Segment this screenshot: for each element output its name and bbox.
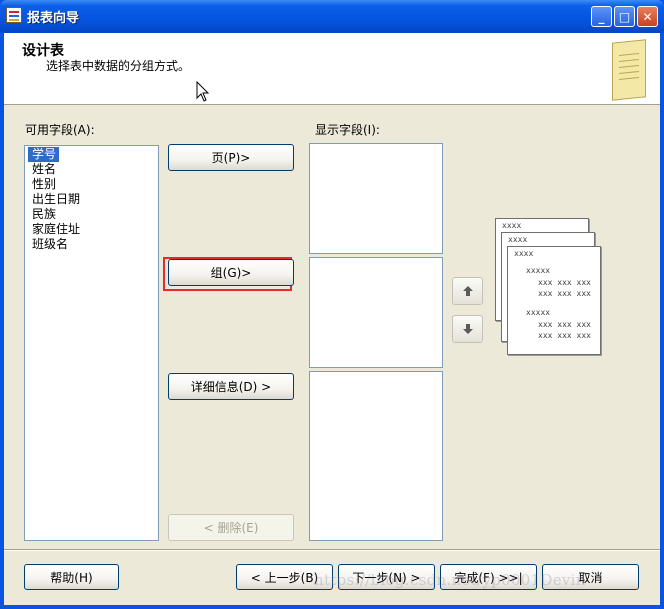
preview-header-text: xxxx	[502, 221, 522, 230]
window-title: 报表向导	[27, 11, 80, 26]
preview-header-text: xxxx	[514, 249, 534, 258]
preview-row-text: xxx xxx xxx	[538, 331, 591, 340]
report-wizard-window: 报表向导 _ □ ✕ 设计表 选择表中数据的分组方式。 可用字段(A): 学号姓…	[0, 0, 664, 609]
preview-group-text: xxxxx	[526, 308, 551, 317]
group-button[interactable]: 组(G)>	[168, 259, 294, 286]
close-icon: ✕	[642, 9, 653, 24]
available-field-item[interactable]: 家庭住址	[25, 222, 158, 237]
remove-button[interactable]: < 删除(E)	[168, 514, 294, 541]
group-fields-list[interactable]	[309, 257, 443, 368]
available-fields-list[interactable]: 学号 姓名 性别 出生日期 民族 家庭住址 班级名	[24, 145, 159, 541]
close-button[interactable]: ✕	[637, 6, 658, 27]
available-field-item[interactable]: 民族	[25, 207, 158, 222]
preview-page-front: xxxx xxxxx xxx xxx xxx xxx xxx xxx xxxxx…	[507, 246, 601, 355]
report-page-icon	[612, 39, 646, 101]
arrow-up-icon	[462, 286, 473, 296]
available-field-item[interactable]: 班级名	[25, 237, 158, 252]
maximize-icon: □	[618, 9, 631, 24]
preview-header-text: xxxx	[508, 235, 528, 244]
preview-row-text: xxx xxx xxx	[538, 278, 591, 287]
arrow-down-icon	[462, 324, 473, 334]
details-button[interactable]: 详细信息(D) >	[168, 373, 294, 400]
minimize-button[interactable]: _	[591, 6, 612, 27]
move-down-button[interactable]	[452, 315, 483, 343]
page-subtitle: 选择表中数据的分组方式。	[46, 59, 191, 73]
title-bar[interactable]: 报表向导 _ □ ✕	[0, 0, 664, 33]
available-field-item[interactable]: 性别	[25, 177, 158, 192]
maximize-button[interactable]: □	[614, 6, 635, 27]
displayed-fields-label: 显示字段(I):	[315, 123, 380, 137]
report-wizard-icon	[6, 7, 22, 23]
page-fields-list[interactable]	[309, 143, 443, 254]
available-fields-label: 可用字段(A):	[25, 123, 95, 137]
available-field-item[interactable]: 学号	[25, 147, 158, 162]
footer-divider	[4, 549, 660, 551]
minimize-icon: _	[598, 9, 605, 24]
watermark: https://blog.csdn.net/yp0001Devin	[314, 571, 586, 589]
page-button[interactable]: 页(P)>	[168, 144, 294, 171]
move-up-button[interactable]	[452, 277, 483, 305]
help-button[interactable]: 帮助(H)	[24, 564, 119, 590]
preview-group-text: xxxxx	[526, 266, 551, 275]
preview-row-text: xxx xxx xxx	[538, 320, 591, 329]
preview-row-text: xxx xxx xxx	[538, 289, 591, 298]
available-field-item[interactable]: 出生日期	[25, 192, 158, 207]
mouse-cursor-icon	[196, 81, 210, 102]
wizard-header: 设计表 选择表中数据的分组方式。	[4, 33, 660, 105]
detail-fields-list[interactable]	[309, 371, 443, 541]
wizard-body: 设计表 选择表中数据的分组方式。 可用字段(A): 学号 姓名 性别 出生日期 民族 家庭…	[4, 33, 660, 605]
available-field-item[interactable]: 姓名	[25, 162, 158, 177]
